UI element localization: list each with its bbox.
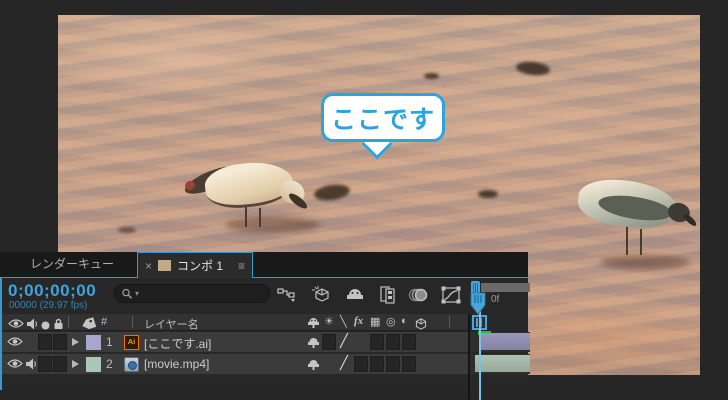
shy-column-icon bbox=[307, 315, 320, 329]
collapse-transformations-column-icon: ☀ bbox=[324, 315, 334, 328]
frame-blending-icon[interactable] bbox=[374, 284, 400, 306]
layer2-solo-toggle[interactable] bbox=[38, 356, 52, 372]
lock-column-icon bbox=[53, 316, 64, 330]
seagull-left bbox=[183, 155, 333, 245]
graph-editor-icon[interactable] bbox=[438, 284, 464, 306]
layer1-duration-bar[interactable] bbox=[481, 333, 530, 350]
current-time-indicator-playhead[interactable] bbox=[470, 292, 486, 315]
composition-mini-flowchart-icon[interactable] bbox=[274, 284, 300, 306]
adjustment-layer-column-icon: ◐ bbox=[401, 315, 408, 327]
search-input[interactable]: ▾ bbox=[114, 284, 270, 303]
layer2-adjustment-toggle[interactable] bbox=[402, 356, 416, 372]
time-navigator-bar[interactable] bbox=[481, 283, 530, 292]
tab-render-queue[interactable]: レンダーキュー bbox=[8, 252, 136, 277]
effects-column-icon: fx bbox=[354, 315, 363, 327]
panel-menu-icon[interactable]: ≡ bbox=[238, 259, 245, 273]
number-column-header: # bbox=[101, 316, 107, 328]
layer1-video-eye-toggle[interactable] bbox=[7, 334, 23, 348]
layer2-motion-blur-toggle[interactable] bbox=[386, 356, 400, 372]
hide-shy-layers-icon[interactable] bbox=[342, 284, 368, 306]
layer-column-header: # レイヤー名 ☀ ╲ fx ▦ ◎ ◐ bbox=[2, 314, 468, 331]
close-tab-icon[interactable]: × bbox=[145, 259, 152, 273]
layer2-lock-toggle[interactable] bbox=[53, 356, 67, 372]
tab-comp1[interactable]: × コンポ 1 ≡ bbox=[137, 252, 253, 278]
search-options-caret-icon[interactable]: ▾ bbox=[135, 289, 139, 298]
layer-name-column-header: レイヤー名 bbox=[144, 316, 199, 332]
timeline-panel-body: 0;00;00;00 00000 (29.97 fps) ▾ bbox=[0, 277, 528, 390]
layer1-quality-toggle[interactable]: ╱ bbox=[340, 333, 348, 349]
search-icon bbox=[121, 288, 133, 300]
speech-bubble-text: ここです bbox=[331, 100, 435, 136]
comp-label-color-swatch bbox=[158, 260, 171, 271]
layer1-expand-arrow-icon[interactable] bbox=[72, 338, 79, 346]
layer1-number: 1 bbox=[106, 335, 113, 349]
quality-column-icon: ╲ bbox=[340, 315, 347, 328]
layer2-audio-toggle[interactable] bbox=[25, 356, 37, 370]
ruler-zero-label: 0f bbox=[491, 294, 499, 305]
speech-bubble: ここです bbox=[321, 93, 445, 142]
layer-row-2[interactable]: 2 [movie.mp4] ╱ bbox=[2, 354, 468, 374]
layer2-collapse-toggle[interactable] bbox=[354, 356, 368, 372]
solo-column-icon bbox=[41, 318, 50, 332]
movie-file-icon bbox=[124, 357, 139, 372]
layer2-number: 2 bbox=[106, 357, 113, 371]
layer1-collapse-toggle[interactable] bbox=[322, 334, 336, 350]
layer-row-1[interactable]: 1 Ai [ここです.ai] ╱ bbox=[2, 332, 468, 352]
timeline-panel: レンダーキュー × コンポ 1 ≡ 0;00;00;00 00000 (29.9… bbox=[0, 252, 528, 390]
draft-3d-icon[interactable] bbox=[308, 284, 334, 306]
layer1-label-color-swatch[interactable] bbox=[86, 335, 101, 350]
layer2-quality-toggle[interactable]: ╱ bbox=[340, 355, 348, 371]
frame-blend-column-icon: ▦ bbox=[370, 315, 380, 328]
motion-blur-icon[interactable] bbox=[405, 284, 431, 306]
motion-blur-column-icon: ◎ bbox=[386, 315, 396, 328]
seagull-right bbox=[570, 163, 700, 273]
layer1-motion-blur-toggle[interactable] bbox=[386, 334, 400, 350]
layer1-lock-toggle[interactable] bbox=[53, 334, 67, 350]
layer2-duration-bar[interactable] bbox=[475, 355, 530, 372]
layer1-frame-blend-toggle[interactable] bbox=[370, 334, 384, 350]
panel-tab-bar: レンダーキュー × コンポ 1 ≡ bbox=[0, 252, 528, 277]
video-eye-column-icon bbox=[8, 316, 24, 330]
app-window: ここです レンダーキュー × コンポ 1 ≡ 0;00;00;00 00000 … bbox=[0, 0, 728, 400]
tab-render-queue-label: レンダーキュー bbox=[30, 257, 114, 271]
layer1-name[interactable]: [ここです.ai] bbox=[144, 335, 211, 352]
layer2-frame-blend-toggle[interactable] bbox=[370, 356, 384, 372]
seaweed-spot bbox=[118, 227, 136, 233]
layer1-adjustment-toggle[interactable] bbox=[402, 334, 416, 350]
seaweed-spot bbox=[478, 190, 498, 198]
frame-fps-display: 00000 (29.97 fps) bbox=[9, 300, 87, 311]
layer1-shy-toggle[interactable] bbox=[307, 335, 320, 349]
layer2-video-eye-toggle[interactable] bbox=[7, 356, 23, 370]
layer2-name[interactable]: [movie.mp4] bbox=[144, 357, 209, 371]
audio-column-icon bbox=[26, 316, 38, 330]
playhead-line[interactable] bbox=[479, 303, 481, 400]
seaweed-spot bbox=[515, 60, 550, 76]
layer2-shy-toggle[interactable] bbox=[307, 357, 320, 371]
seaweed-spot bbox=[424, 73, 439, 79]
current-time-display[interactable]: 0;00;00;00 bbox=[8, 281, 96, 301]
label-column-icon bbox=[81, 316, 96, 330]
layer1-solo-toggle[interactable] bbox=[38, 334, 52, 350]
illustrator-file-icon: Ai bbox=[124, 335, 139, 350]
3d-layer-column-icon bbox=[415, 316, 427, 330]
layer2-label-color-swatch[interactable] bbox=[86, 357, 101, 372]
layer2-expand-arrow-icon[interactable] bbox=[72, 360, 79, 368]
tab-comp1-label: コンポ 1 bbox=[177, 257, 223, 274]
